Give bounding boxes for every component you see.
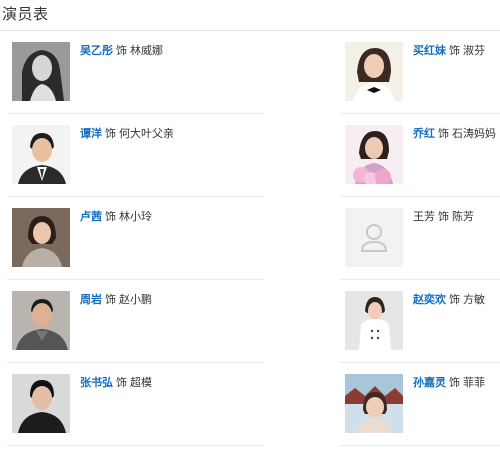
actor-name: 王芳 <box>413 210 435 223</box>
cast-info: 卢茜饰林小玲 <box>80 210 152 224</box>
cast-info: 赵奕欢饰方敏 <box>413 293 485 307</box>
actor-photo[interactable] <box>12 125 70 184</box>
actor-name-link[interactable]: 卢茜 <box>80 210 102 223</box>
cast-info: 周岩饰赵小鹏 <box>80 293 152 307</box>
as-label: 饰 <box>116 376 127 389</box>
actor-name-link[interactable]: 孙嘉灵 <box>413 376 446 389</box>
cast-info: 王芳饰陈芳 <box>413 210 474 224</box>
as-label: 饰 <box>449 44 460 57</box>
role-name: 方敏 <box>463 293 485 306</box>
cast-section-title: 演员表 <box>2 5 49 23</box>
cast-info: 买红妹饰淑芬 <box>413 44 485 58</box>
cast-row: 卢茜饰林小玲 王芳饰陈芳 <box>0 197 500 280</box>
actor-photo[interactable] <box>345 125 403 184</box>
as-label: 饰 <box>438 210 449 223</box>
actor-photo[interactable] <box>12 374 70 433</box>
actor-photo[interactable] <box>345 42 403 101</box>
cast-row: 周岩饰赵小鹏 赵奕欢饰方敏 <box>0 280 500 363</box>
actor-name-link[interactable]: 谭洋 <box>80 127 102 140</box>
role-name: 菲菲 <box>463 376 485 389</box>
user-placeholder-icon <box>345 208 403 267</box>
as-label: 饰 <box>116 44 127 57</box>
as-label: 饰 <box>105 293 116 306</box>
actor-name-link[interactable]: 赵奕欢 <box>413 293 446 306</box>
actor-photo[interactable] <box>12 291 70 350</box>
actor-name-link[interactable]: 吴乙彤 <box>80 44 113 57</box>
cast-info: 孙嘉灵饰菲菲 <box>413 376 485 390</box>
role-name: 林威娜 <box>130 44 163 57</box>
cast-info: 谭洋饰何大叶父亲 <box>80 127 174 141</box>
as-label: 饰 <box>105 127 116 140</box>
actor-name-link[interactable]: 张书弘 <box>80 376 113 389</box>
cast-row: 吴乙彤饰林威娜 买红妹饰淑芬 <box>0 31 500 114</box>
row-divider <box>340 445 500 446</box>
row-divider <box>7 445 264 446</box>
cast-list: 吴乙彤饰林威娜 买红妹饰淑芬 谭洋 饰 何大叶父亲 乔红 饰 石涛妈妈 卢茜 饰… <box>0 31 500 446</box>
as-label: 饰 <box>438 127 449 140</box>
role-name: 林小玲 <box>119 210 152 223</box>
role-name: 石涛妈妈 <box>452 127 496 140</box>
role-name: 超模 <box>130 376 152 389</box>
role-name: 陈芳 <box>452 210 474 223</box>
role-name: 淑芬 <box>463 44 485 57</box>
cast-row: 张书弘饰超模 孙嘉灵饰菲菲 <box>0 363 500 446</box>
role-name: 赵小鹏 <box>119 293 152 306</box>
as-label: 饰 <box>105 210 116 223</box>
as-label: 饰 <box>449 293 460 306</box>
cast-info: 张书弘饰超模 <box>80 376 152 390</box>
actor-name-link[interactable]: 周岩 <box>80 293 102 306</box>
actor-photo[interactable] <box>345 374 403 433</box>
actor-photo[interactable] <box>345 291 403 350</box>
actor-photo[interactable] <box>12 208 70 267</box>
cast-row: 谭洋饰何大叶父亲 乔红饰石涛妈妈 <box>0 114 500 197</box>
cast-info: 乔红饰石涛妈妈 <box>413 127 496 141</box>
actor-photo[interactable] <box>12 42 70 101</box>
actor-name-link[interactable]: 买红妹 <box>413 44 446 57</box>
cast-info: 吴乙彤饰林威娜 <box>80 44 163 58</box>
actor-name-link[interactable]: 乔红 <box>413 127 435 140</box>
as-label: 饰 <box>449 376 460 389</box>
role-name: 何大叶父亲 <box>119 127 174 140</box>
